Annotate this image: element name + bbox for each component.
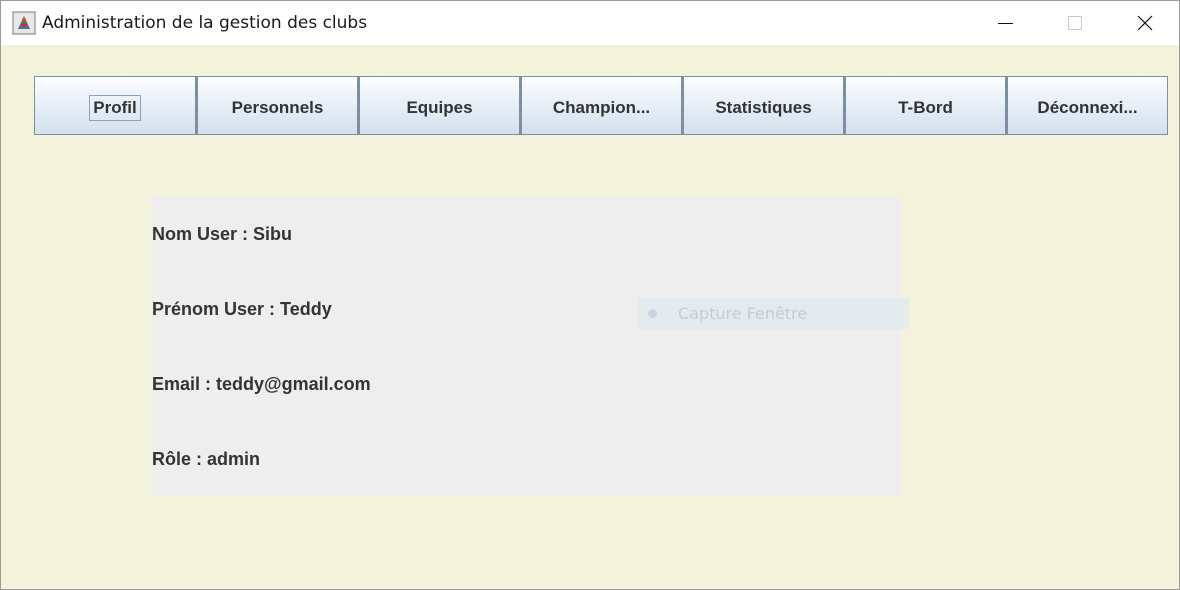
close-icon xyxy=(1137,15,1153,31)
tab-deconnexion[interactable]: Déconnexi... xyxy=(1006,76,1168,135)
tab-equipes[interactable]: Equipes xyxy=(358,76,520,135)
close-button[interactable] xyxy=(1109,1,1179,45)
tab-label: Statistiques xyxy=(715,97,812,117)
tab-profil[interactable]: Profil xyxy=(34,76,196,135)
navigation-bar: Profil Personnels Equipes Champion... St… xyxy=(34,76,1168,135)
tab-label: T-Bord xyxy=(898,97,953,117)
tab-label: Déconnexi... xyxy=(1037,97,1138,117)
tab-championnats[interactable]: Champion... xyxy=(520,76,682,135)
tab-label: Profil xyxy=(89,94,141,121)
user-email: Email : teddy@gmail.com xyxy=(152,374,371,394)
title-bar[interactable]: Administration de la gestion des clubs xyxy=(1,1,1179,45)
tab-label: Personnels xyxy=(231,97,324,117)
main-content: Profil Personnels Equipes Champion... St… xyxy=(1,45,1179,589)
tab-personnels[interactable]: Personnels xyxy=(196,76,358,135)
capture-window-tooltip: Capture Fenêtre xyxy=(637,298,909,329)
user-role: Rôle : admin xyxy=(152,449,261,469)
maximize-icon xyxy=(1068,16,1082,30)
tab-label: Champion... xyxy=(552,97,651,117)
tab-tableau-de-bord[interactable]: T-Bord xyxy=(844,76,1006,135)
tab-label: Equipes xyxy=(406,97,473,117)
user-first-name: Prénom User : Teddy xyxy=(152,299,332,319)
minimize-icon xyxy=(998,23,1013,24)
capture-label: Capture Fenêtre xyxy=(678,304,808,323)
minimize-button[interactable] xyxy=(971,1,1041,45)
window-title: Administration de la gestion des clubs xyxy=(42,13,368,33)
java-app-icon xyxy=(12,11,36,35)
record-dot-icon xyxy=(648,309,657,318)
maximize-button[interactable] xyxy=(1040,1,1110,45)
tab-statistiques[interactable]: Statistiques xyxy=(682,76,844,135)
profile-panel: Nom User : Sibu Prénom User : Teddy Emai… xyxy=(151,196,901,496)
user-last-name: Nom User : Sibu xyxy=(152,224,293,244)
app-window: Administration de la gestion des clubs P… xyxy=(0,0,1180,590)
